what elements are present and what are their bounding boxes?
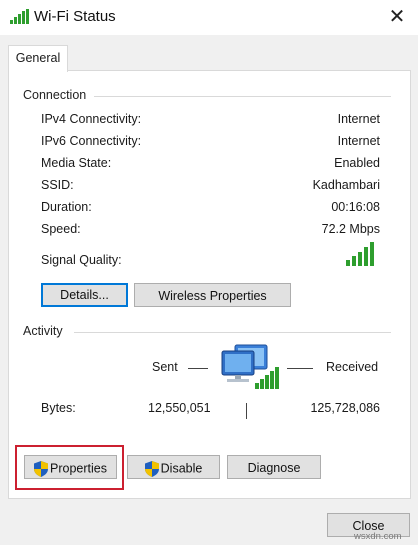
media-state-label: Media State: (41, 156, 112, 170)
bytes-separator (246, 403, 247, 419)
ipv4-label: IPv4 Connectivity: (41, 112, 142, 126)
sent-label: Sent (152, 360, 178, 374)
ipv6-label: IPv6 Connectivity: (41, 134, 142, 148)
bytes-received-value: 125,728,086 (310, 401, 380, 415)
signal-bar-1 (346, 260, 350, 266)
activity-heading: Activity (23, 324, 63, 338)
uac-shield-icon (144, 460, 159, 477)
received-label: Received (326, 360, 379, 374)
disable-button[interactable]: Disable (127, 455, 220, 479)
wireless-properties-button[interactable]: Wireless Properties (134, 283, 291, 307)
signal-bar-2 (352, 256, 356, 266)
duration-value: 00:16:08 (331, 200, 380, 214)
ipv6-value: Internet (337, 134, 380, 148)
details-button[interactable]: Details... (41, 283, 128, 307)
activity-divider (74, 332, 391, 333)
tab-general[interactable]: General (8, 45, 68, 72)
signal-quality-icon (346, 242, 374, 266)
properties-button-label: Properties (50, 461, 107, 476)
title-bar: Wi-Fi Status ✕ (0, 0, 418, 35)
sent-line (188, 368, 208, 369)
uac-shield-icon (34, 460, 48, 477)
bytes-sent-value: 12,550,051 (148, 401, 211, 415)
window-title: Wi-Fi Status (34, 8, 116, 25)
ipv4-value: Internet (337, 112, 380, 126)
watermark-text: wsxdn.com (354, 531, 402, 542)
signal-quality-label: Signal Quality: (41, 253, 122, 267)
duration-label: Duration: (41, 200, 92, 214)
signal-bar-5 (370, 242, 374, 266)
disable-button-label: Disable (160, 461, 203, 476)
connection-divider (94, 96, 391, 97)
connection-heading: Connection (23, 88, 87, 102)
network-computers-icon (221, 344, 279, 389)
window-close-button[interactable]: ✕ (377, 3, 417, 31)
properties-button[interactable]: Properties (24, 455, 117, 479)
bytes-label: Bytes: (41, 401, 76, 415)
received-line (287, 368, 313, 369)
signal-bar-3 (358, 252, 362, 266)
speed-label: Speed: (41, 222, 81, 236)
ssid-label: SSID: (41, 178, 74, 192)
media-state-value: Enabled (334, 156, 380, 170)
signal-bar-4 (364, 247, 368, 266)
speed-value: 72.2 Mbps (321, 222, 380, 236)
wifi-signal-icon (10, 9, 29, 24)
ssid-value: Kadhambari (312, 178, 380, 192)
diagnose-button[interactable]: Diagnose (227, 455, 321, 479)
